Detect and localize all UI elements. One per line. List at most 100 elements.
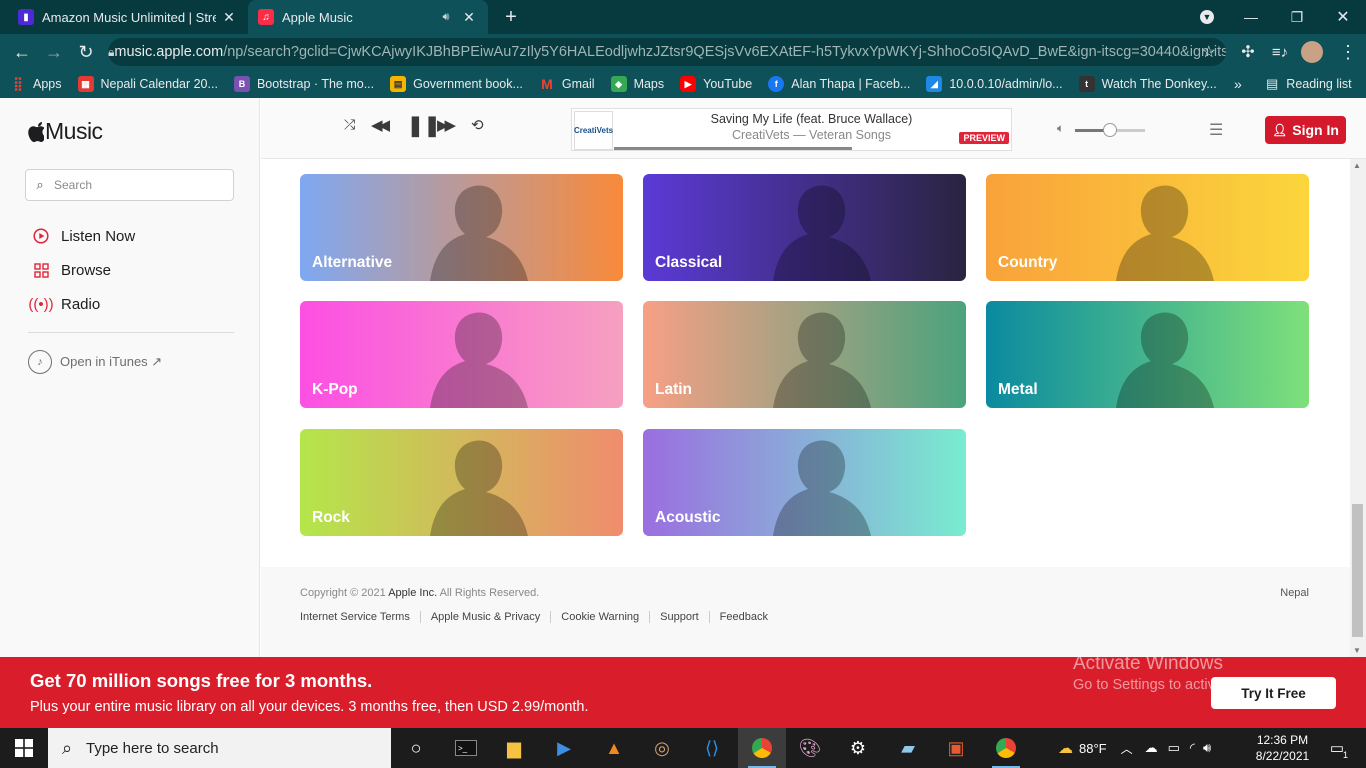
volume-slider[interactable]: [1075, 123, 1145, 137]
footer-link-privacy[interactable]: Apple Music & Privacy: [419, 611, 550, 623]
tab-amazon-music[interactable]: ▮ Amazon Music Unlimited | Stream ✕: [8, 0, 248, 34]
more-menu-icon[interactable]: ⋮: [1332, 34, 1364, 70]
genre-card-latin[interactable]: Latin: [643, 301, 966, 408]
close-tab-icon[interactable]: ✕: [460, 9, 478, 26]
onedrive-icon[interactable]: ☁︎: [1145, 740, 1158, 756]
sidebar-item-listen-now[interactable]: Listen Now: [30, 227, 135, 245]
mute-tab-icon[interactable]: 🔊︎: [436, 11, 456, 24]
tab-apple-music[interactable]: ♫ Apple Music 🔊︎ ✕: [248, 0, 488, 34]
notepad-icon[interactable]: ▰: [884, 728, 932, 768]
tray-overflow-icon[interactable]: ︿: [1121, 740, 1133, 757]
terminal-icon[interactable]: >_: [442, 728, 490, 768]
weather-icon[interactable]: ☁︎: [1058, 739, 1073, 757]
artist-silhouette: [773, 185, 871, 281]
speaker-icon[interactable]: 🔊︎: [1203, 740, 1211, 756]
bookmark-youtube[interactable]: ▶ YouTube: [680, 76, 752, 92]
genre-card-classical[interactable]: Classical: [643, 174, 966, 281]
new-tab-button[interactable]: +: [496, 0, 526, 34]
footer-link-cookie[interactable]: Cookie Warning: [550, 611, 649, 623]
genre-card-country[interactable]: Country: [986, 174, 1309, 281]
country-selector[interactable]: Nepal: [1280, 587, 1309, 599]
genre-label: Acoustic: [655, 509, 721, 526]
taskbar-search-box[interactable]: ⌕ Type here to search: [48, 728, 391, 768]
footer-link-support[interactable]: Support: [649, 611, 709, 623]
wifi-icon[interactable]: ◜: [1190, 740, 1195, 756]
bookmark-watch-donkey[interactable]: t Watch The Donkey...: [1078, 76, 1217, 92]
page-scrollbar[interactable]: ▲ ▼: [1350, 159, 1366, 657]
chrome-taskbar-icon[interactable]: [738, 728, 786, 768]
activate-windows-watermark: Activate Windows: [1073, 653, 1223, 674]
search-field[interactable]: ⌕ Search: [25, 169, 234, 201]
forward-button[interactable]: →: [38, 34, 70, 70]
reading-list-button[interactable]: ▤ Reading list: [1266, 76, 1352, 92]
sidebar-item-radio[interactable]: ((•)) Radio: [28, 295, 100, 313]
artist-silhouette: [773, 440, 871, 536]
reload-button[interactable]: ↻: [70, 34, 102, 70]
chrome-second-window-icon[interactable]: [982, 728, 1030, 768]
genre-card-k-pop[interactable]: K-Pop: [300, 301, 623, 408]
repeat-icon[interactable]: ⟲: [471, 116, 484, 134]
paint-icon[interactable]: 🎨︎: [786, 728, 834, 768]
more-bookmarks-icon[interactable]: »: [1234, 76, 1242, 92]
open-in-itunes-link[interactable]: ♪ Open in iTunes ↗: [28, 350, 162, 374]
start-button[interactable]: [0, 728, 48, 768]
settings-gear-icon[interactable]: ⚙: [834, 728, 882, 768]
bookmark-router-admin[interactable]: ◢ 10.0.0.10/admin/lo...: [926, 76, 1063, 92]
bookmark-apps[interactable]: ⣿ Apps: [10, 76, 61, 92]
try-it-free-button[interactable]: Try It Free: [1211, 677, 1336, 709]
genre-card-metal[interactable]: Metal: [986, 301, 1309, 408]
previous-track-icon[interactable]: ◀◀: [371, 116, 390, 134]
file-explorer-icon[interactable]: ▆: [490, 728, 538, 768]
groove-music-icon[interactable]: ◎: [638, 728, 686, 768]
close-window-button[interactable]: ✕: [1320, 0, 1366, 34]
bookmark-nepali-calendar[interactable]: ▦ Nepali Calendar 20...: [77, 76, 218, 92]
task-view-icon[interactable]: ○: [392, 728, 440, 768]
up-next-list-icon[interactable]: ☰: [1209, 120, 1223, 140]
album-art[interactable]: CreatiVets: [574, 111, 613, 150]
footer-link-terms[interactable]: Internet Service Terms: [300, 611, 420, 623]
bookmark-government-book[interactable]: ▤ Government book...: [390, 76, 523, 92]
close-tab-icon[interactable]: ✕: [220, 9, 238, 26]
genre-card-rock[interactable]: Rock: [300, 429, 623, 536]
bookmark-gmail[interactable]: M Gmail: [539, 76, 595, 92]
footer-link-feedback[interactable]: Feedback: [708, 611, 778, 623]
address-bar[interactable]: 🔒︎ music.apple.com/np/search?gclid=CjwKC…: [108, 38, 1226, 66]
copyright-prefix: Copyright © 2021: [300, 587, 389, 599]
sign-in-button[interactable]: 👤︎ Sign In: [1265, 116, 1346, 144]
vscode-icon[interactable]: ⟨⟩: [688, 728, 736, 768]
playback-progress-bar[interactable]: [614, 147, 853, 150]
back-button[interactable]: ←: [6, 34, 38, 70]
bookmark-star-icon[interactable]: ☆: [1202, 42, 1216, 62]
next-track-icon[interactable]: ▶▶: [437, 116, 456, 134]
company-link[interactable]: Apple Inc.: [388, 587, 437, 599]
sidebar-item-label: Listen Now: [61, 227, 136, 245]
shuffle-icon[interactable]: ⤮: [344, 116, 355, 133]
profile-avatar[interactable]: [1296, 34, 1328, 70]
vlc-icon[interactable]: ▲: [590, 728, 638, 768]
artist-silhouette: [430, 440, 528, 536]
volume-knob[interactable]: [1103, 123, 1117, 137]
media-queue-icon[interactable]: ≡♪: [1264, 34, 1296, 70]
battery-icon[interactable]: ▭: [1168, 740, 1180, 756]
scroll-up-icon[interactable]: ▲: [1353, 161, 1361, 170]
media-player-icon[interactable]: ▶: [540, 728, 588, 768]
powerpoint-icon[interactable]: ▣: [932, 728, 980, 768]
sidebar-item-browse[interactable]: Browse: [30, 261, 111, 279]
minimize-button[interactable]: —: [1228, 0, 1274, 34]
notification-center-button[interactable]: ▭ 1: [1322, 728, 1352, 768]
scroll-down-icon[interactable]: ▼: [1353, 646, 1361, 655]
genre-label: Metal: [998, 381, 1038, 398]
taskbar-clock[interactable]: 12:36 PM 8/22/2021: [1250, 732, 1315, 764]
genre-card-acoustic[interactable]: Acoustic: [643, 429, 966, 536]
apple-music-logo[interactable]: Music: [28, 118, 103, 145]
genre-card-alternative[interactable]: Alternative: [300, 174, 623, 281]
scrollbar-thumb[interactable]: [1352, 504, 1363, 637]
bookmark-bootstrap[interactable]: B Bootstrap · The mo...: [233, 76, 374, 92]
temperature-label[interactable]: 88°F: [1079, 741, 1107, 756]
restore-button[interactable]: ❐: [1274, 0, 1320, 34]
bookmark-maps[interactable]: ◆ Maps: [610, 76, 664, 92]
extensions-puzzle-icon[interactable]: ✣: [1232, 34, 1264, 70]
tab-search-button[interactable]: ▼: [1184, 0, 1230, 34]
bookmark-facebook[interactable]: f Alan Thapa | Faceb...: [768, 76, 910, 92]
pause-icon[interactable]: ❚❚: [407, 113, 441, 138]
